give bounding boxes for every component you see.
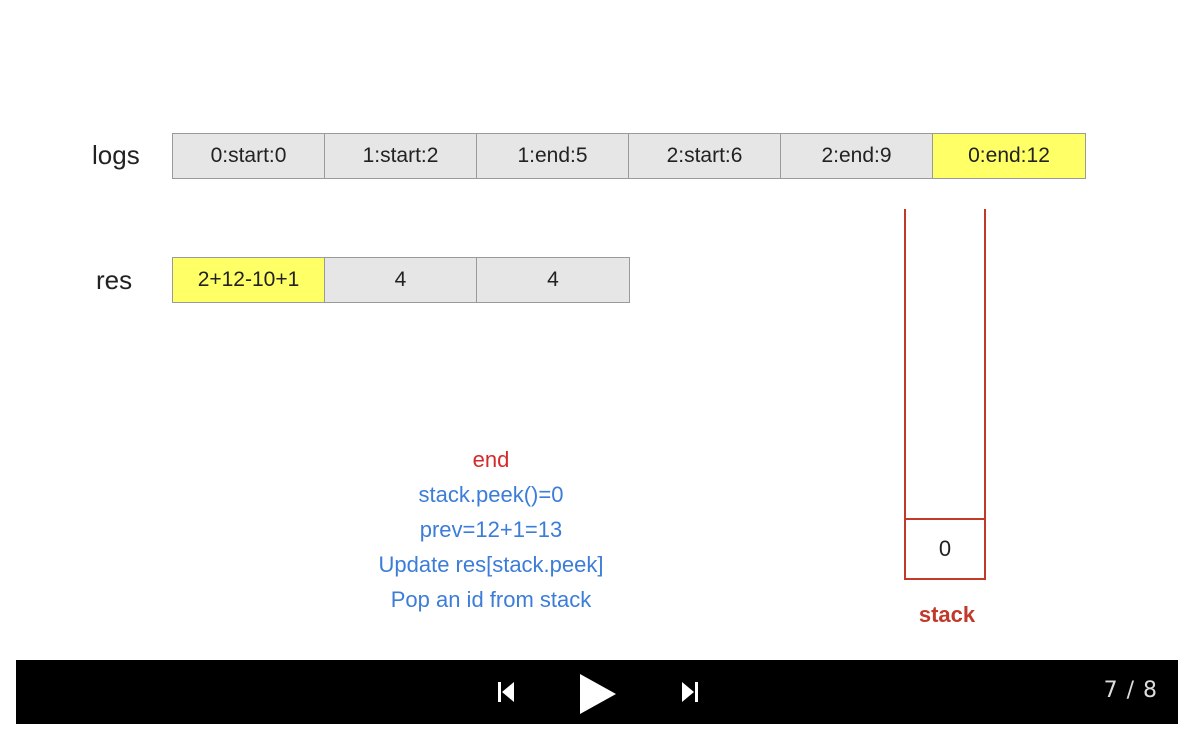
logs-cell: 0:start:0 [173,134,325,178]
note-line: end [472,447,510,472]
res-array: 2+12-10+1 4 4 [172,257,630,303]
player-controls: 7 / 8 [16,660,1178,724]
logs-cell: 2:start:6 [629,134,781,178]
logs-cell: 2:end:9 [781,134,933,178]
logs-cell: 1:start:2 [325,134,477,178]
skip-next-icon[interactable] [680,680,700,704]
stack-item: 0 [906,518,984,578]
note-line: Update res[stack.peek] [378,552,604,577]
logs-array: 0:start:0 1:start:2 1:end:5 2:start:6 2:… [172,133,1086,179]
note-line: prev=12+1=13 [419,517,563,542]
logs-label: logs [92,140,140,170]
note-line: stack.peek()=0 [418,482,564,507]
note-line: Pop an id from stack [390,587,592,612]
logs-cell: 1:end:5 [477,134,629,178]
stack-container: 0 [904,209,986,580]
res-cell: 4 [325,258,477,302]
slide-counter: 7 / 8 [1103,678,1158,703]
logs-cell-highlighted: 0:end:12 [933,134,1085,178]
skip-previous-icon[interactable] [496,680,516,704]
res-cell-highlighted: 2+12-10+1 [173,258,325,302]
step-notes: end stack.peek()=0 prev=12+1=13 Update r… [331,442,651,617]
stack-label: stack [918,602,976,627]
res-cell: 4 [477,258,629,302]
slide: logs 0:start:0 1:start:2 1:end:5 2:start… [0,0,1188,738]
play-icon[interactable] [578,674,618,714]
res-label: res [96,265,133,295]
